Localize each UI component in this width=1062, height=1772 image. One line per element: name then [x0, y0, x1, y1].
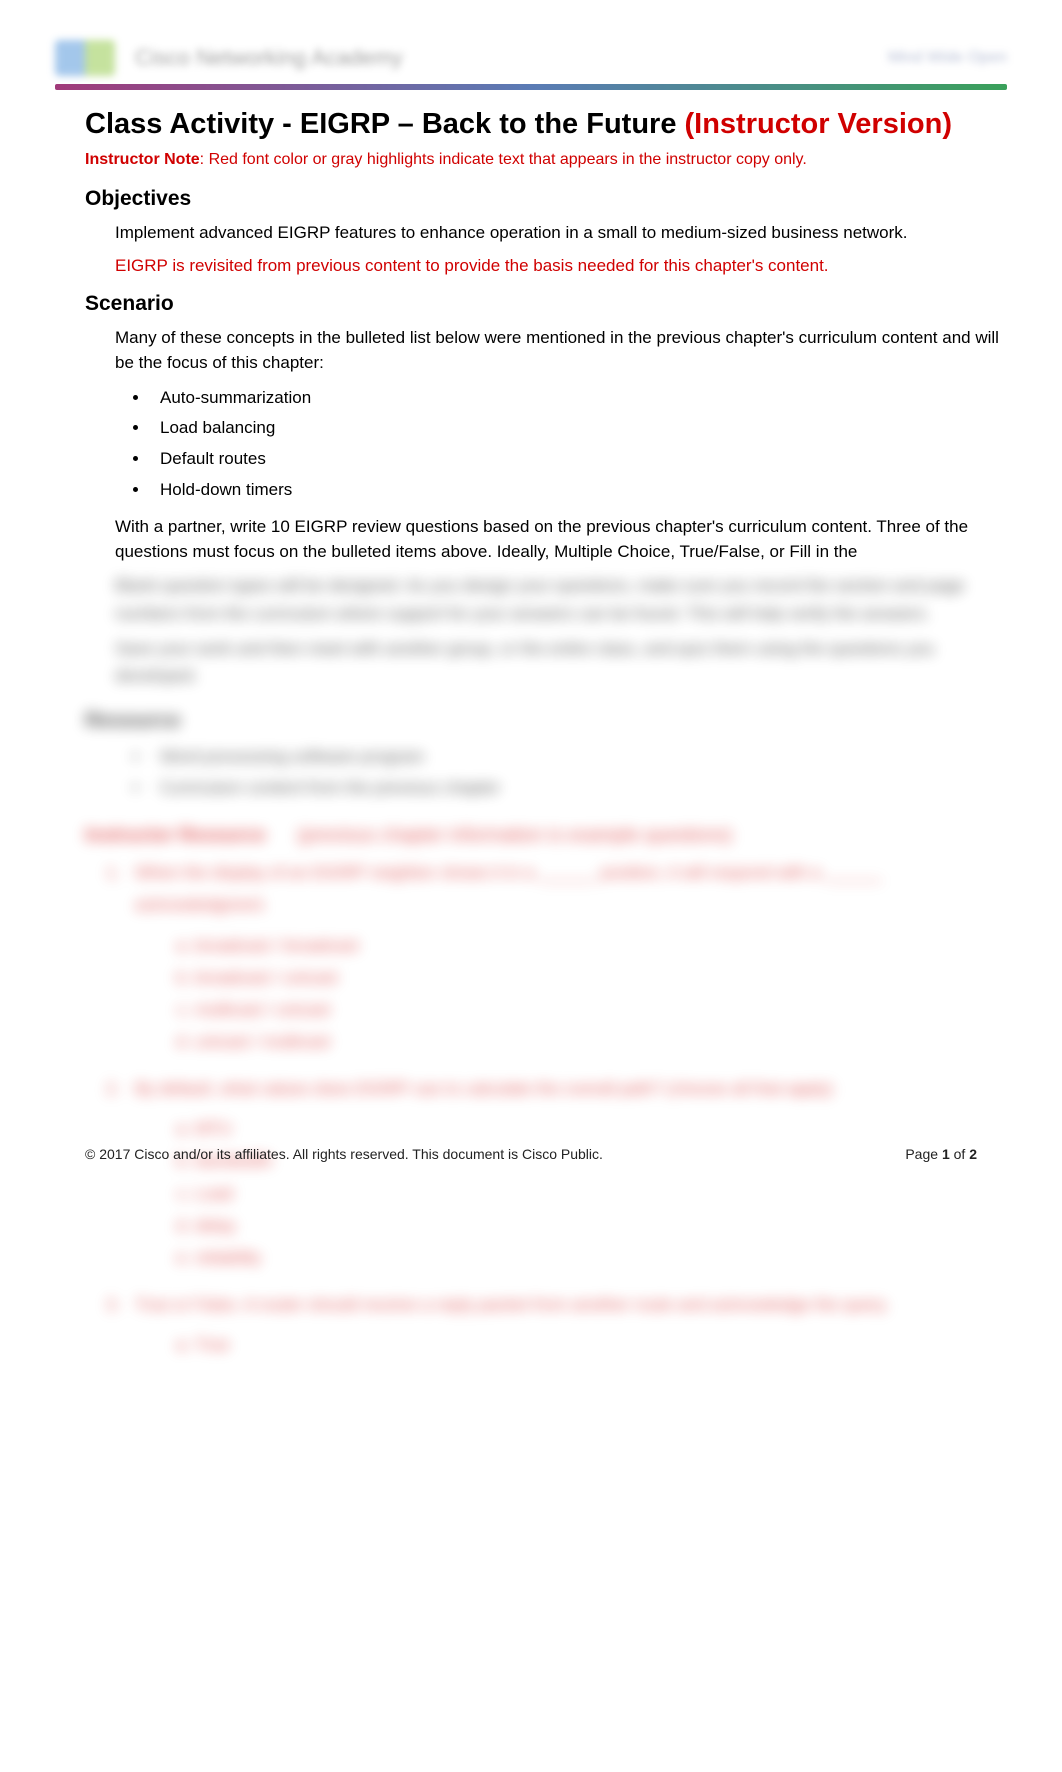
- header-tagline: Mind Wide Open: [888, 49, 1007, 67]
- copyright-text: © 2017 Cisco and/or its affiliates. All …: [85, 1146, 603, 1162]
- objective-red-text: EIGRP is revisited from previous content…: [115, 254, 1007, 279]
- choice-list: True: [195, 1329, 1007, 1361]
- resource-heading: Resource: [85, 709, 1007, 733]
- page-title: Class Activity - EIGRP – Back to the Fut…: [85, 108, 1007, 141]
- choice-item: MTU: [195, 1113, 1007, 1145]
- list-item: Curriculum content from the previous cha…: [150, 774, 1007, 803]
- gradient-divider: [55, 84, 1007, 90]
- logo-area: Cisco Networking Academy: [55, 40, 403, 76]
- objective-text: Implement advanced EIGRP features to enh…: [115, 221, 1007, 246]
- list-item: Default routes: [150, 445, 1007, 474]
- choice-item: Load: [195, 1178, 1007, 1210]
- list-item: Word processing software program: [150, 743, 1007, 772]
- resource-bullets: Word processing software program Curricu…: [150, 743, 1007, 803]
- question-list: When the display of an EIGRP neighbor sh…: [125, 857, 1007, 1361]
- title-main: Class Activity - EIGRP – Back to the Fut…: [85, 108, 685, 140]
- scenario-after: With a partner, write 10 EIGRP review qu…: [115, 515, 1007, 564]
- scenario-heading: Scenario: [85, 292, 1007, 316]
- choice-item: True: [195, 1329, 1007, 1361]
- question-item: True or False. A router should receive a…: [125, 1289, 1007, 1362]
- list-item: Load balancing: [150, 414, 1007, 443]
- choice-list: MTU bandwidth Load delay reliability: [195, 1113, 1007, 1274]
- instructor-note: Instructor Note: Red font color or gray …: [85, 151, 1007, 169]
- page-number: Page 1 of 2: [905, 1146, 977, 1162]
- locked-content: Blank question types will be designed. A…: [55, 572, 1007, 1361]
- document-page: Cisco Networking Academy Mind Wide Open …: [0, 0, 1062, 1772]
- list-item: Hold-down timers: [150, 476, 1007, 505]
- page-header: Cisco Networking Academy Mind Wide Open: [55, 40, 1007, 76]
- page-footer: © 2017 Cisco and/or its affiliates. All …: [55, 1146, 1007, 1162]
- question-item: By default, what values does EIGRP use t…: [125, 1073, 1007, 1275]
- choice-item: multicast / unicast: [195, 994, 1007, 1026]
- blurred-para: Save your work and then meet with anothe…: [115, 635, 1007, 689]
- choice-list: broadcast / broadcast broadcast / unicas…: [195, 930, 1007, 1059]
- scenario-intro: Many of these concepts in the bulleted l…: [115, 326, 1007, 375]
- instructor-note-text: : Red font color or gray highlights indi…: [200, 151, 807, 168]
- brand-text: Cisco Networking Academy: [135, 45, 403, 71]
- objectives-heading: Objectives: [85, 187, 1007, 211]
- instructor-resource-heading: Instructor Resource (previous chapter in…: [85, 825, 1007, 847]
- choice-item: unicast / multicast: [195, 1026, 1007, 1058]
- question-item: When the display of an EIGRP neighbor sh…: [125, 857, 1007, 1059]
- list-item: Auto-summarization: [150, 384, 1007, 413]
- blurred-para: Blank question types will be designed. A…: [115, 572, 1007, 626]
- choice-item: delay: [195, 1210, 1007, 1242]
- instructor-note-label: Instructor Note: [85, 151, 200, 168]
- choice-item: broadcast / broadcast: [195, 930, 1007, 962]
- cisco-logo-icon: [55, 40, 115, 76]
- title-suffix: (Instructor Version): [685, 108, 953, 140]
- choice-item: broadcast / unicast: [195, 962, 1007, 994]
- choice-item: reliability: [195, 1242, 1007, 1274]
- scenario-bullets: Auto-summarization Load balancing Defaul…: [150, 384, 1007, 506]
